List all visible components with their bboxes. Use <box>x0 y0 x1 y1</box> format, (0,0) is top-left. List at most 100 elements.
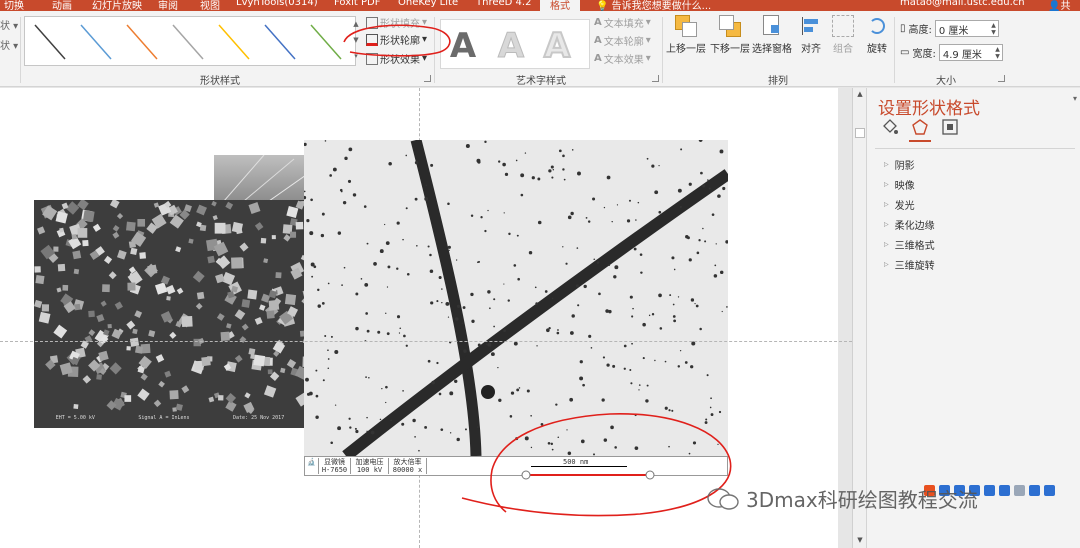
wordart-style-2[interactable]: A <box>491 26 531 67</box>
tab-review[interactable]: 审阅 <box>158 0 178 11</box>
scroll-down-icon[interactable]: ▼ <box>854 536 866 546</box>
sem-crystal <box>126 346 131 351</box>
ime-tools-icon[interactable] <box>1044 484 1055 496</box>
tab-threed[interactable]: ThreeD 4.2 <box>476 0 531 8</box>
height-input[interactable]: 0 厘米 ▲ ▼ <box>934 20 999 37</box>
text-effects-button[interactable]: A 文本效果 ▾ <box>594 51 651 66</box>
tab-format[interactable]: 格式 <box>540 0 580 11</box>
wordart-gallery[interactable]: A A A <box>440 19 590 69</box>
line-style-3[interactable] <box>172 24 204 60</box>
send-backward-button[interactable]: 下移一层 <box>710 15 750 55</box>
vertical-scrollbar[interactable]: ▲ ▼ <box>852 88 866 548</box>
wordart-style-3[interactable]: A <box>537 25 577 67</box>
size-launcher-icon[interactable] <box>998 75 1005 82</box>
fill-line-tab[interactable] <box>881 118 899 136</box>
tem-particle <box>534 286 537 289</box>
sem-info-1: Signal A = InLens <box>138 415 190 421</box>
scrollbar-thumb[interactable] <box>855 128 865 138</box>
tab-view[interactable]: 视图 <box>200 0 220 11</box>
insert-shape-fragment[interactable]: 状 ▾ <box>0 17 18 32</box>
sem-crystal <box>212 215 218 221</box>
tem-particle <box>552 168 555 171</box>
line-style-2[interactable] <box>126 24 158 60</box>
tem-particle <box>317 304 321 308</box>
section-shadow[interactable]: ▷ 阴影 <box>884 157 915 172</box>
sem-crystal <box>37 226 46 235</box>
tem-image[interactable] <box>304 140 728 456</box>
section-3d-format[interactable]: ▷ 三维格式 <box>884 237 935 252</box>
section-reflection[interactable]: ▷ 映像 <box>884 177 915 192</box>
tab-onekey-lite[interactable]: OneKey Lite <box>398 0 458 8</box>
sem-crystal <box>71 233 78 240</box>
line-style-1[interactable] <box>80 24 112 60</box>
rotate-button[interactable]: 旋转 <box>866 15 888 55</box>
send-backward-icon <box>719 15 741 37</box>
bring-forward-button[interactable]: 上移一层 <box>666 15 706 55</box>
tab-transitions[interactable]: 切换 <box>4 0 24 11</box>
text-outline-button[interactable]: A 文本轮廓 ▾ <box>594 33 651 48</box>
tem-particle <box>366 329 370 333</box>
effects-tab[interactable] <box>909 118 931 142</box>
group-button[interactable]: 组合 <box>832 15 854 55</box>
shape-style-gallery[interactable] <box>24 16 356 66</box>
line-style-0[interactable] <box>34 24 66 60</box>
width-input[interactable]: 4.9 厘米 ▲ ▼ <box>938 44 1003 61</box>
section-glow[interactable]: ▷ 发光 <box>884 197 915 212</box>
shape-outline-button[interactable]: 形状轮廓 ▾ <box>366 32 427 47</box>
ime-keyboard-icon[interactable] <box>999 484 1010 496</box>
text-fill-button[interactable]: A 文本填充 ▾ <box>594 15 651 30</box>
share-button[interactable]: 👤共享 <box>1048 0 1080 11</box>
scroll-up-icon[interactable]: ▲ <box>854 90 866 100</box>
tem-particle <box>487 209 489 212</box>
height-spinner-icon[interactable]: ▲ ▼ <box>991 22 996 36</box>
selection-pane-button[interactable]: 选择窗格 <box>752 15 792 55</box>
tell-me-search[interactable]: 💡 告诉我您想要做什么... <box>596 0 711 11</box>
tem-particle <box>373 262 377 266</box>
divider <box>20 17 21 83</box>
sem-image[interactable]: EHT = 5.00 kV Signal A = InLens Date: 25… <box>34 200 306 428</box>
section-3d-rotation[interactable]: ▷ 三维旋转 <box>884 257 935 272</box>
gallery-scroll-arrows[interactable]: ▲ ▼ ▾ <box>352 16 360 66</box>
sem-image-backdrop[interactable] <box>214 154 307 202</box>
tem-particle <box>717 443 719 446</box>
wordart-style-1[interactable]: A <box>443 26 483 66</box>
tem-particle <box>588 334 592 338</box>
width-spinner-icon[interactable]: ▲ ▼ <box>995 46 1000 60</box>
section-soft-edges[interactable]: ▷ 柔化边缘 <box>884 217 935 232</box>
ime-user-icon[interactable] <box>1014 484 1025 496</box>
tem-particle <box>528 250 533 255</box>
tem-particle <box>365 376 367 379</box>
tab-animations[interactable]: 动画 <box>52 0 72 11</box>
tem-particle <box>315 415 319 419</box>
line-style-4[interactable] <box>218 24 250 60</box>
shape-styles-launcher-icon[interactable] <box>424 75 431 82</box>
ime-voice-icon[interactable] <box>984 484 995 496</box>
tem-particle <box>330 335 333 338</box>
sem-crystal <box>154 282 168 295</box>
insert-shape-fragment-2[interactable]: 状 ▾ <box>0 37 18 52</box>
tab-slideshow[interactable]: 幻灯片放映 <box>92 0 142 11</box>
tem-particle <box>698 239 701 242</box>
tem-particle <box>567 215 572 220</box>
tem-particle <box>638 389 640 391</box>
tem-particle <box>610 425 614 430</box>
ime-skin-icon[interactable] <box>1029 484 1040 496</box>
tab-lvyhtools[interactable]: LvyhTools(0314) <box>236 0 318 8</box>
magnification-label: 放大倍率 <box>393 458 422 466</box>
line-style-6[interactable] <box>310 24 342 60</box>
sem-crystal <box>114 301 123 310</box>
tem-particle <box>493 325 495 328</box>
shape-effects-button[interactable]: 形状效果 ▾ <box>366 51 427 66</box>
wordart-launcher-icon[interactable] <box>652 75 659 82</box>
align-button[interactable]: 对齐 <box>800 15 822 55</box>
size-properties-tab[interactable] <box>941 118 959 136</box>
shape-fill-label: 形状填充 <box>380 19 420 30</box>
tab-foxit-pdf[interactable]: Foxit PDF <box>334 0 380 8</box>
slide[interactable]: EHT = 5.00 kV Signal A = InLens Date: 25… <box>0 88 838 548</box>
line-style-5[interactable] <box>264 24 296 60</box>
tem-particle <box>583 284 587 289</box>
pane-options-icon[interactable]: ▾ <box>1073 94 1077 103</box>
shape-fill-button[interactable]: 形状填充 ▾ <box>366 15 427 30</box>
tem-particle <box>710 397 712 400</box>
account-email[interactable]: matao@mail.ustc.edu.cn <box>900 0 1025 8</box>
